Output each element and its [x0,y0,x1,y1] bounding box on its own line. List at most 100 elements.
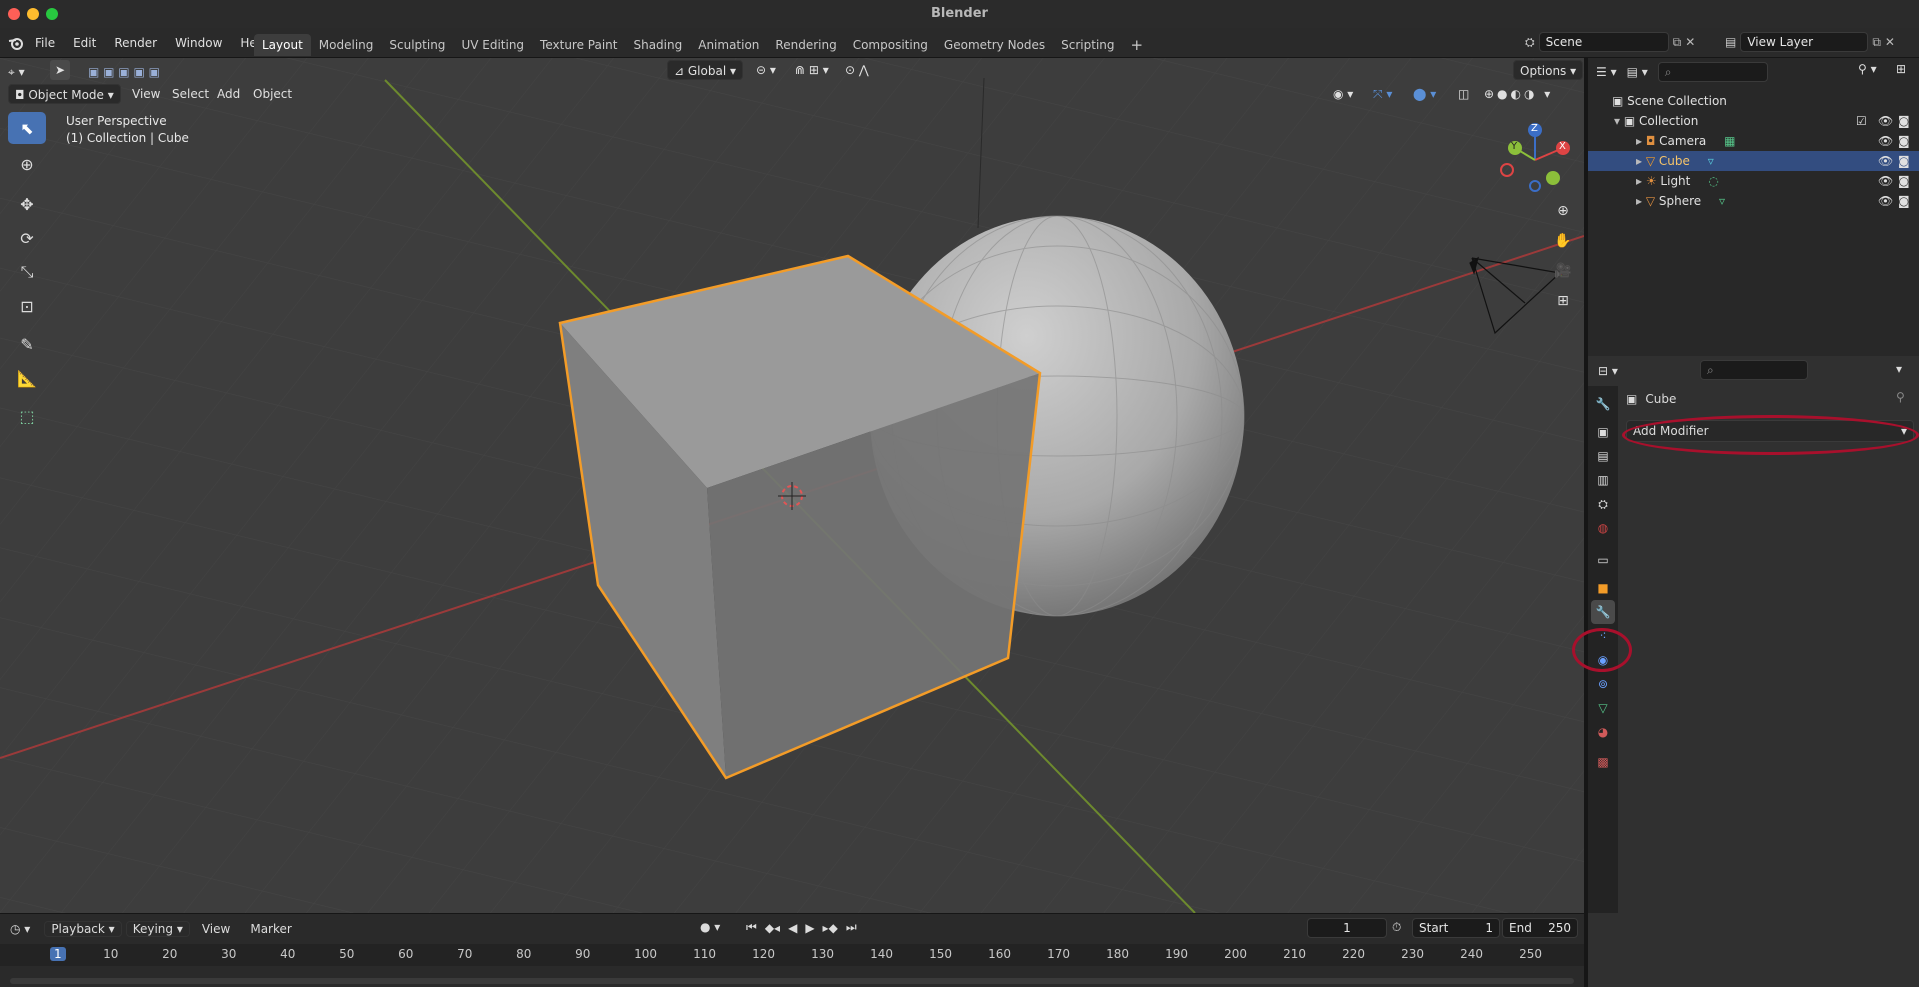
delete-scene-icon[interactable]: ✕ [1685,35,1695,49]
scale-tool[interactable]: ⤡ [8,256,46,288]
keying-dropdown[interactable]: Keying ▾ [125,921,190,937]
tab-scripting[interactable]: Scripting [1053,34,1122,56]
properties-editor-icon[interactable]: ⊟ ▾ [1598,364,1618,378]
timeline-ruler[interactable]: 1 10 20 30 40 50 60 70 80 90 100 110 120 130 140 150 160… [0,944,1584,966]
output-tab-icon[interactable]: ▤ [1591,444,1615,468]
constraints-tab-icon[interactable]: ⊚ [1591,672,1615,696]
pan-hand-icon[interactable]: ✋ [1550,228,1576,254]
outliner-item-sphere[interactable]: ▸ ▽ Sphere ▿ 👁 ◙ [1588,191,1919,211]
scene-tab-icon[interactable]: ⛭ [1591,492,1615,516]
render-camera-icon[interactable]: ◙ [1898,151,1910,171]
jump-end-icon[interactable]: ⏭ [846,920,857,935]
outliner-editor-icon[interactable]: ☰ ▾ [1596,65,1617,79]
menu-window[interactable]: Window [166,28,231,58]
properties-search-input[interactable]: ⌕ [1700,360,1808,380]
tool-tab-icon[interactable]: 🔧 [1591,392,1615,416]
camera-view-icon[interactable]: 🎥 [1550,258,1576,284]
add-workspace-icon[interactable]: + [1123,34,1152,56]
editor-type-icon[interactable]: ⌖ ▾ [8,62,25,82]
visibility-eye-icon[interactable]: 👁 [1878,191,1893,211]
render-tab-icon[interactable]: ▣ [1591,420,1615,444]
outliner-item-light[interactable]: ▸ ☀ Light ◌ 👁 ◙ [1588,171,1919,191]
view-layer-field[interactable]: View Layer [1740,32,1869,52]
outliner-item-camera[interactable]: ▸ ◘ Camera ▦ 👁 ◙ [1588,131,1919,151]
outliner-search-input[interactable]: ⌕ [1657,62,1768,82]
tab-shading[interactable]: Shading [625,34,690,56]
render-camera-icon[interactable]: ◙ [1898,131,1910,151]
render-camera-icon[interactable]: ◙ [1898,171,1910,191]
navigation-gizmo[interactable]: Z X Y [1495,120,1575,200]
tab-rendering[interactable]: Rendering [767,34,844,56]
render-camera-icon[interactable]: ◙ [1898,111,1910,131]
expand-arrow-icon[interactable]: ▸ [1636,134,1646,148]
outliner-collection[interactable]: ▾ ▣ Collection ☑ 👁 ◙ [1588,111,1919,131]
scene-icon[interactable]: ⛭ [1525,35,1535,50]
pivot-point-icon[interactable]: ⊝ ▾ [756,60,776,80]
object-tab-icon[interactable]: ■ [1591,576,1615,600]
select-tool-icon[interactable]: ➤ [50,60,70,80]
expand-arrow-icon[interactable]: ▾ [1614,114,1624,128]
properties-options-icon[interactable]: ▾ [1896,362,1902,376]
tab-layout[interactable]: Layout [254,34,311,56]
object-mode-dropdown[interactable]: ◘ Object Mode ▾ [8,84,121,104]
transform-orientation-dropdown[interactable]: ⊿ Global ▾ [667,60,743,80]
viewport-menu-object[interactable]: Object [253,84,292,104]
expand-arrow-icon[interactable]: ▸ [1636,154,1646,168]
new-view-layer-icon[interactable]: ⧉ [1872,35,1881,50]
viewport-menu-select[interactable]: Select [172,84,209,104]
delete-view-layer-icon[interactable]: ✕ [1885,35,1895,49]
3d-viewport[interactable]: ⌖ ▾ ➤ ▣ ▣ ▣ ▣ ▣ ⊿ Global ▾ ⊝ ▾ ⋒ ⊞ ▾ ⊙ ⋀… [0,58,1584,913]
options-dropdown[interactable]: Options ▾ [1513,60,1584,80]
snapping-icon[interactable]: ⋒ ⊞ ▾ [795,60,829,80]
visibility-eye-icon[interactable]: 👁 [1878,111,1893,131]
menu-render[interactable]: Render [105,28,166,58]
stopwatch-icon[interactable]: ⏱ [1392,920,1401,935]
timeline-menu-view[interactable]: View [194,922,238,936]
ortho-grid-icon[interactable]: ⊞ [1550,288,1576,314]
play-icon[interactable]: ▶ [805,921,814,935]
tab-sculpting[interactable]: Sculpting [381,34,453,56]
render-camera-icon[interactable]: ◙ [1898,191,1910,211]
transform-tool[interactable]: ⊡ [8,290,46,322]
shading-mode-icons[interactable]: ⊕●◐◑ ▾ [1484,84,1553,104]
outliner-item-cube[interactable]: ▸ ▽ Cube ▿ 👁 ◙ [1588,151,1919,171]
data-tab-icon[interactable]: ▽ [1591,696,1615,720]
current-frame-field[interactable]: 1 [1307,918,1387,938]
view-layer-icon[interactable]: ▤ [1725,35,1736,49]
record-icon[interactable]: ● ▾ [700,920,720,934]
timeline-scrollbar[interactable] [10,978,1574,984]
material-tab-icon[interactable]: ◕ [1591,720,1615,744]
measure-tool[interactable]: 📐 [8,362,46,394]
expand-arrow-icon[interactable]: ▸ [1636,174,1646,188]
menu-edit[interactable]: Edit [64,28,105,58]
blender-logo-icon[interactable] [6,36,26,50]
collection-tab-icon[interactable]: ▭ [1591,548,1615,572]
rotate-tool[interactable]: ⟳ [8,222,46,254]
end-frame-field[interactable]: End 250 [1502,918,1578,938]
add-cube-tool[interactable]: ⬚ [8,400,46,432]
prev-keyframe-icon[interactable]: ◆◂ [765,921,780,935]
next-keyframe-icon[interactable]: ▸◆ [823,921,838,935]
select-box-tool[interactable]: ⬉ [8,112,46,144]
tab-animation[interactable]: Animation [690,34,767,56]
new-scene-icon[interactable]: ⧉ [1673,35,1682,50]
tab-geometry-nodes[interactable]: Geometry Nodes [936,34,1053,56]
xray-icon[interactable]: ◫ [1458,84,1469,104]
viewport-menu-view[interactable]: View [132,84,160,104]
texture-tab-icon[interactable]: ▩ [1591,750,1615,774]
filter-icon[interactable]: ⚲ ▾ [1858,62,1877,76]
visibility-eye-icon[interactable]: 👁 [1878,131,1893,151]
gizmo-toggle-icon[interactable]: ⤧ ▾ [1373,84,1392,104]
timeline-editor-icon[interactable]: ◷ ▾ [10,922,30,936]
playback-dropdown[interactable]: Playback ▾ [44,921,122,937]
selection-mode-icons[interactable]: ▣ ▣ ▣ ▣ ▣ [88,62,160,82]
proportional-editing-icon[interactable]: ⊙ ⋀ [845,60,869,80]
tab-uv-editing[interactable]: UV Editing [453,34,532,56]
annotate-tool[interactable]: ✎ [8,328,46,360]
overlays-icon[interactable]: ⬤ ▾ [1413,84,1436,104]
start-frame-field[interactable]: Start 1 [1412,918,1500,938]
zoom-icon[interactable]: ⊕ [1550,198,1576,224]
menu-file[interactable]: File [26,28,64,58]
new-collection-icon[interactable]: ⊞ [1896,62,1906,76]
jump-start-icon[interactable]: ⏮ [746,920,757,935]
